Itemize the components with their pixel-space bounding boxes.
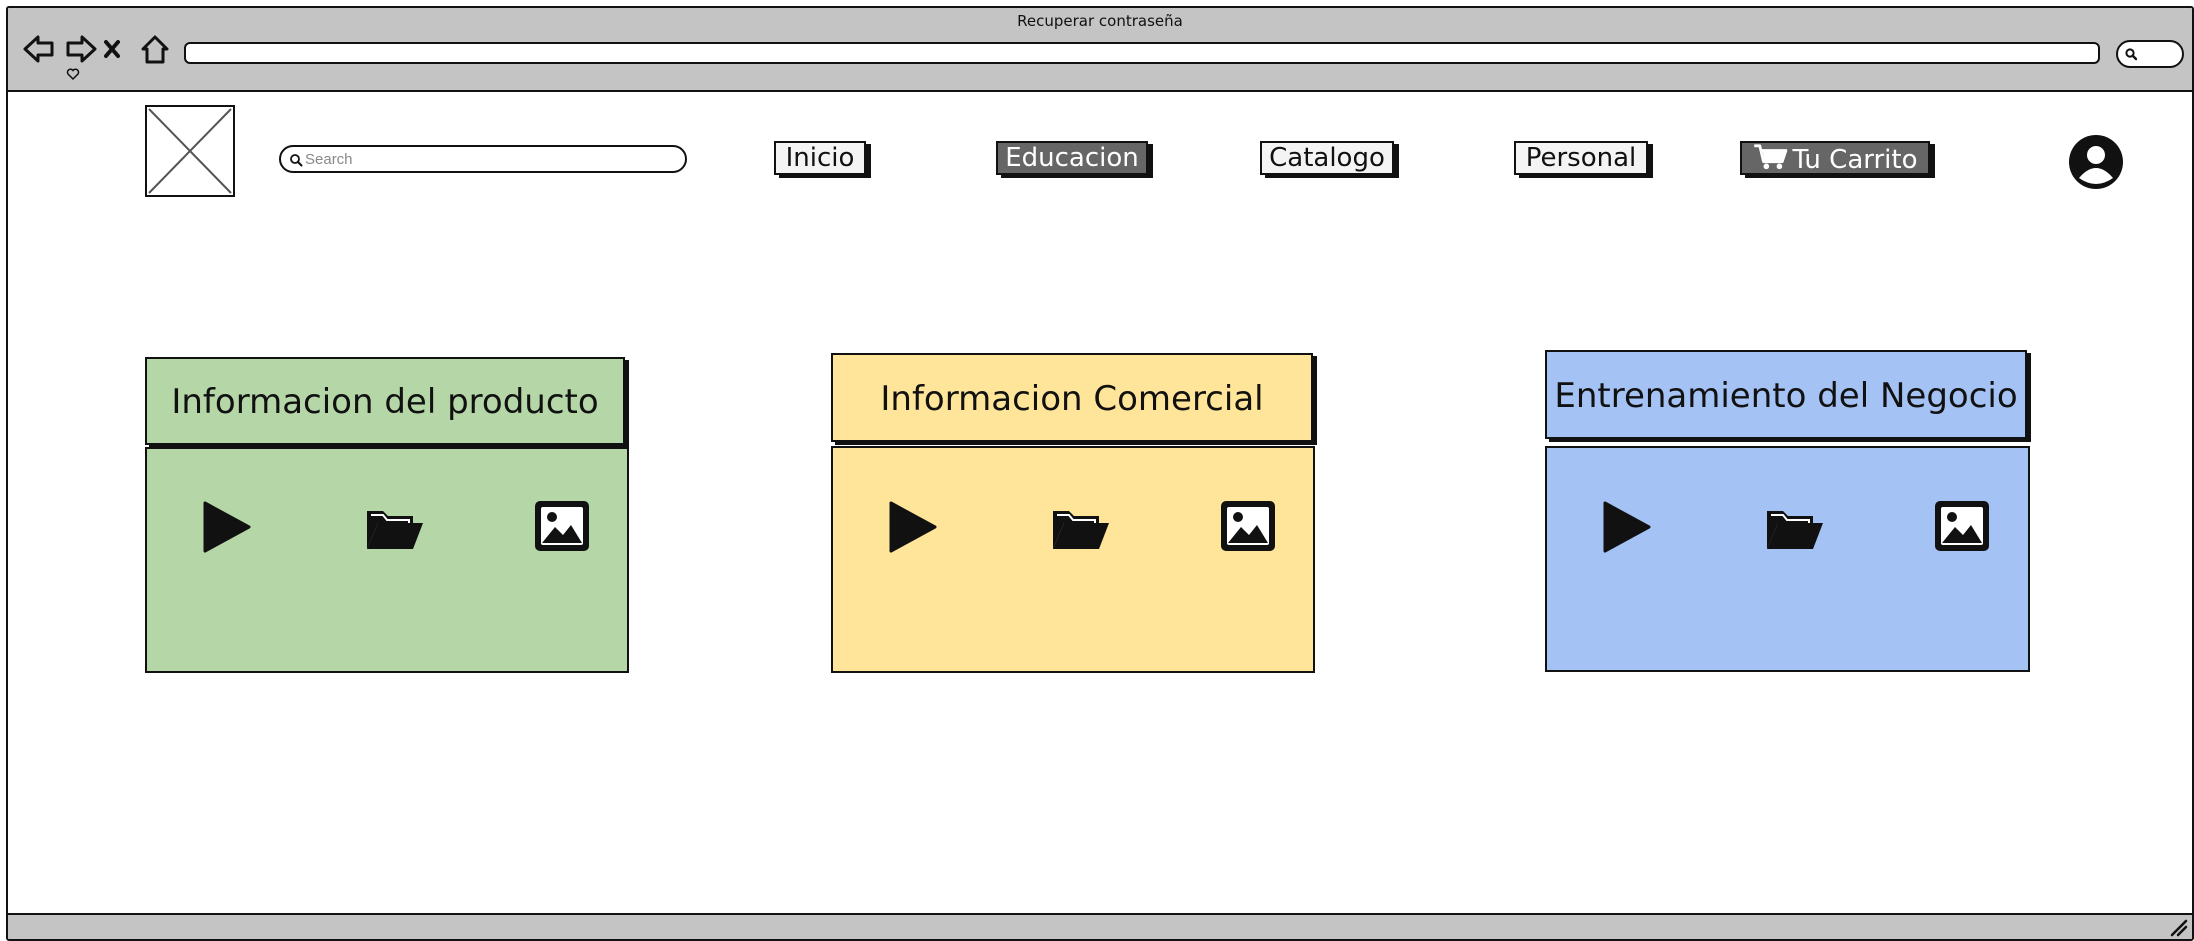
status-bar xyxy=(8,913,2192,939)
image-icon[interactable] xyxy=(1217,497,1281,561)
folder-icon[interactable] xyxy=(1763,497,1827,561)
cart-icon xyxy=(1752,143,1790,178)
play-icon[interactable] xyxy=(199,497,263,561)
user-avatar-icon[interactable] xyxy=(2068,134,2124,192)
play-icon[interactable] xyxy=(1599,497,1663,561)
folder-icon[interactable] xyxy=(363,497,427,561)
nav-tab-label: Inicio xyxy=(785,143,855,173)
search-input[interactable] xyxy=(305,150,665,168)
stop-icon[interactable] xyxy=(104,32,120,66)
nav-tab-label: Catalogo xyxy=(1269,143,1385,173)
browser-window: Recuperar contraseña Inicio E xyxy=(6,6,2194,941)
address-bar[interactable] xyxy=(184,42,2100,64)
entrenamiento-negocio-card[interactable]: Entrenamiento del Negocio xyxy=(1545,350,2035,682)
nav-tab-label: Personal xyxy=(1525,143,1637,173)
back-icon[interactable] xyxy=(22,32,56,66)
image-icon[interactable] xyxy=(1931,497,1995,561)
search-field[interactable] xyxy=(279,145,687,173)
cart-button-label: Tu Carrito xyxy=(1792,145,1918,175)
nav-tab-inicio[interactable]: Inicio xyxy=(774,141,866,175)
window-title: Recuperar contraseña xyxy=(1017,12,1183,30)
image-icon[interactable] xyxy=(531,497,595,561)
forward-icon[interactable] xyxy=(64,32,98,66)
nav-tab-label: Educacion xyxy=(1005,143,1139,173)
logo-placeholder xyxy=(145,105,235,197)
resize-grip-icon[interactable] xyxy=(2168,917,2188,937)
bookmark-heart-icon[interactable] xyxy=(66,66,80,81)
cart-button[interactable]: Tu Carrito xyxy=(1740,141,1930,175)
info-producto-card[interactable]: Informacion del producto xyxy=(145,357,635,682)
play-icon[interactable] xyxy=(885,497,949,561)
info-comercial-card[interactable]: Informacion Comercial xyxy=(831,353,1321,682)
folder-icon[interactable] xyxy=(1049,497,1113,561)
search-icon xyxy=(290,154,303,167)
nav-tab-educacion[interactable]: Educacion xyxy=(996,141,1148,175)
card-title: Entrenamiento del Negocio xyxy=(1545,350,2027,439)
search-icon xyxy=(2125,48,2138,61)
browser-search-box[interactable] xyxy=(2116,40,2184,68)
card-title: Informacion Comercial xyxy=(831,353,1313,442)
browser-toolbar: Recuperar contraseña xyxy=(8,8,2192,92)
nav-tab-catalogo[interactable]: Catalogo xyxy=(1260,141,1394,175)
home-icon[interactable] xyxy=(138,32,172,66)
nav-tab-personal[interactable]: Personal xyxy=(1514,141,1648,175)
card-title: Informacion del producto xyxy=(145,357,625,445)
